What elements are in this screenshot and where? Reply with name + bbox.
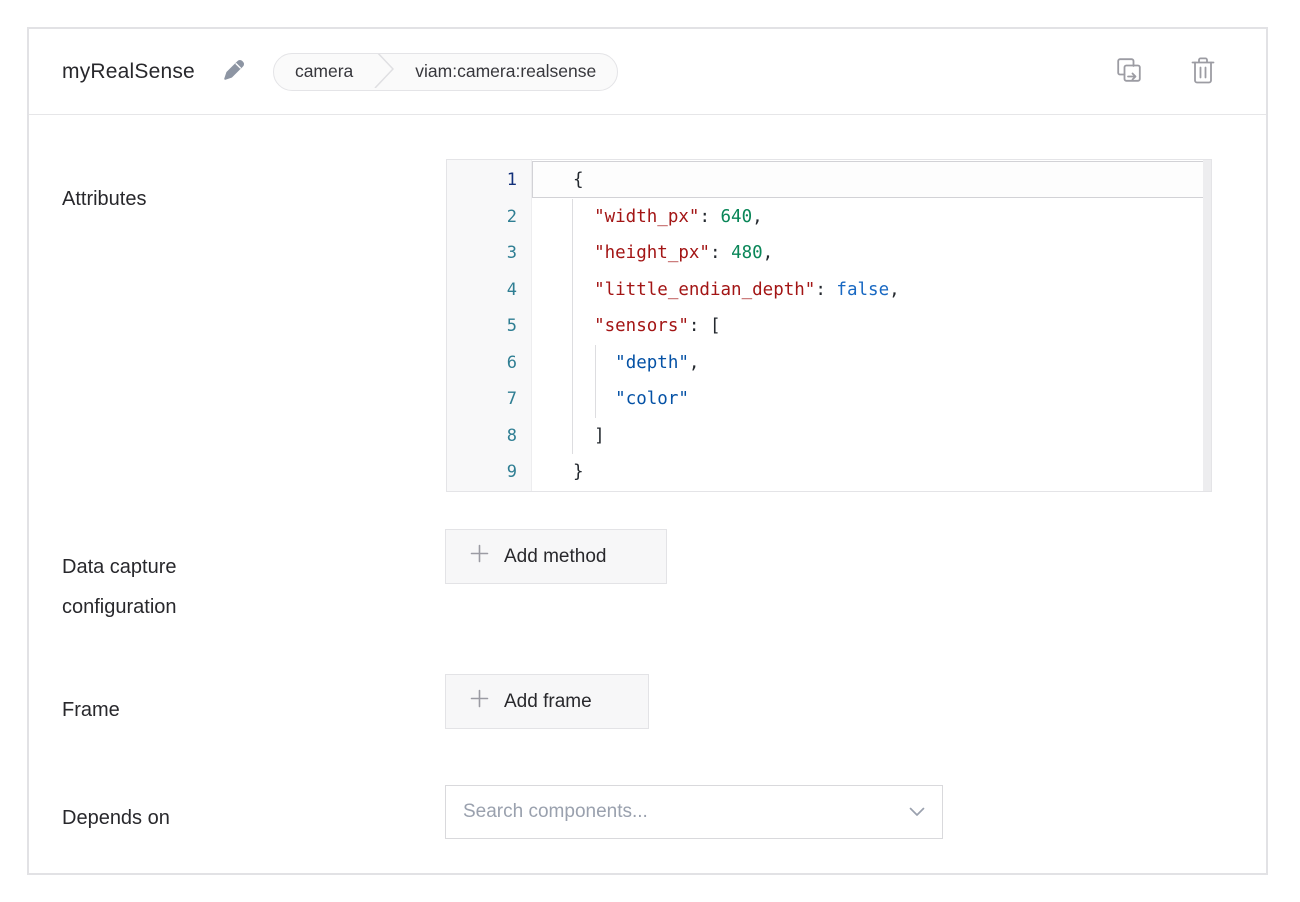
code-line[interactable]: "color" [532, 381, 1211, 418]
code-line[interactable]: "height_px": 480, [532, 235, 1211, 272]
editor-gutter: 123456789 [447, 160, 532, 491]
chevron-divider-icon [374, 53, 394, 91]
line-number: 9 [447, 454, 531, 491]
delete-button[interactable] [1190, 56, 1216, 88]
editor-code-area[interactable]: { "width_px": 640, "height_px": 480, "li… [532, 160, 1211, 491]
code-line[interactable]: ] [532, 418, 1211, 455]
line-number: 2 [447, 199, 531, 236]
code-line[interactable]: "little_endian_depth": false, [532, 272, 1211, 309]
add-frame-button[interactable]: Add frame [445, 674, 649, 729]
line-number: 4 [447, 272, 531, 309]
duplicate-button[interactable] [1115, 56, 1144, 88]
component-type-chip: camera viam:camera:realsense [273, 53, 618, 91]
attributes-label: Attributes [62, 179, 146, 219]
component-card-header: myRealSense camera viam:camera:realsense [29, 29, 1266, 115]
depends-on-label: Depends on [62, 798, 170, 838]
header-actions [1115, 56, 1216, 88]
component-card: myRealSense camera viam:camera:realsense [27, 27, 1268, 875]
depends-on-select[interactable] [445, 785, 943, 839]
pencil-icon [221, 58, 246, 86]
code-line[interactable]: "width_px": 640, [532, 199, 1211, 236]
frame-label: Frame [62, 690, 120, 730]
add-frame-label: Add frame [504, 691, 592, 713]
editor-code: { "width_px": 640, "height_px": 480, "li… [532, 162, 1211, 491]
attributes-json-editor[interactable]: 123456789 { "width_px": 640, "height_px"… [446, 159, 1212, 492]
search-components-input[interactable] [446, 801, 909, 823]
trash-icon [1190, 56, 1216, 88]
line-number: 7 [447, 381, 531, 418]
component-type: camera [274, 61, 374, 82]
add-method-label: Add method [504, 546, 606, 568]
component-model: viam:camera:realsense [394, 61, 617, 82]
duplicate-icon [1115, 56, 1144, 88]
line-number: 5 [447, 308, 531, 345]
code-line[interactable]: "depth", [532, 345, 1211, 382]
plus-icon [470, 689, 489, 714]
chevron-down-icon[interactable] [909, 807, 942, 817]
editor-scrollbar[interactable] [1203, 160, 1211, 491]
line-number: 8 [447, 418, 531, 455]
add-method-button[interactable]: Add method [445, 529, 667, 584]
rename-button[interactable] [221, 58, 246, 86]
data-capture-label: Data capture configuration [62, 547, 292, 627]
code-line[interactable]: } [532, 454, 1211, 491]
plus-icon [470, 544, 489, 569]
code-line[interactable]: "sensors": [ [532, 308, 1211, 345]
line-number: 6 [447, 345, 531, 382]
line-number: 3 [447, 235, 531, 272]
code-line[interactable]: { [532, 162, 1211, 199]
component-name: myRealSense [62, 60, 195, 84]
line-number: 1 [447, 162, 531, 199]
